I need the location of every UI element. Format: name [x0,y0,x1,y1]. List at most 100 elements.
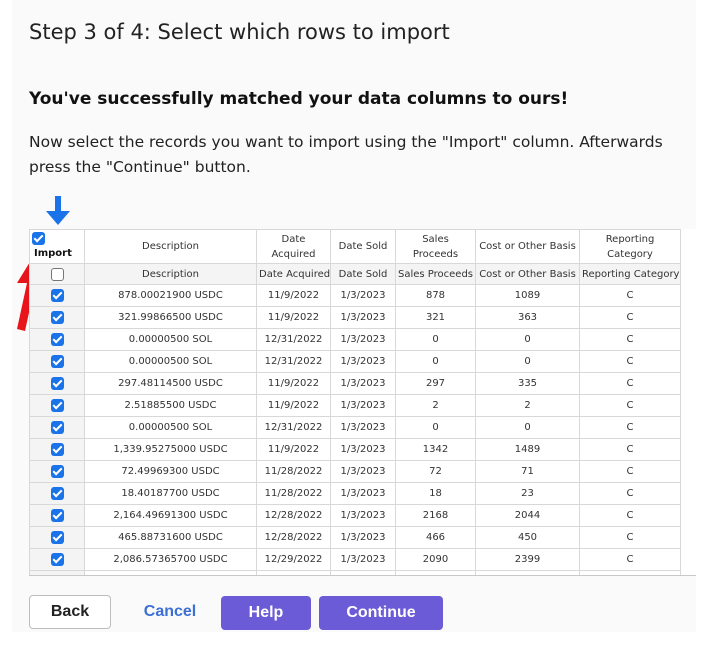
back-button[interactable]: Back [29,595,111,629]
table-cell: 12/31/2022 [256,328,331,351]
table-cell: 12/31/2022 [256,350,331,373]
cancel-button[interactable]: Cancel [132,595,208,629]
table-row: 321.99866500 USDC 11/9/2022 1/3/2023 321 363… [29,306,681,329]
mapping-import-cell [29,263,85,285]
table-cell: C [579,548,681,571]
table-cell: C [579,526,681,549]
mapped-column[interactable]: Date Acquired [256,263,331,285]
row-import-checkbox[interactable] [50,509,64,522]
table-cell: 11/9/2022 [256,394,331,417]
import-cell [29,438,85,461]
row-import-checkbox[interactable] [50,443,64,456]
column-header: Description [84,229,257,264]
table-cell: C [579,284,681,307]
table-cell: 2 [475,394,580,417]
row-import-checkbox[interactable] [50,553,64,566]
table-cell: 18.40187700 USDC [84,482,257,505]
table-cell: 335 [475,372,580,395]
table-cell: 12/31/2022 [256,416,331,439]
row-import-checkbox[interactable] [50,421,64,434]
table-cell: 1342 [395,438,476,461]
import-table: Import Description Date Acquired Date So… [29,229,681,575]
table-cell: 11/28/2022 [256,482,331,505]
table-cell: 450 [475,526,580,549]
table-cell: 0 [395,416,476,439]
table-cell: 0 [395,328,476,351]
table-cell: 0.00000500 SOL [84,350,257,373]
table-cell: C [579,394,681,417]
page-title: Step 3 of 4: Select which rows to import [29,20,450,44]
row-import-checkbox[interactable] [50,377,64,390]
table-cell [395,570,476,575]
mapped-column[interactable]: Description [84,263,257,285]
import-table-container[interactable]: Import Description Date Acquired Date So… [29,229,696,576]
table-cell: 18 [395,482,476,505]
table-cell: 0.00000500 SOL [84,416,257,439]
table-cell: C [579,372,681,395]
row-import-checkbox[interactable] [50,465,64,478]
table-cell: 1/3/2023 [330,482,396,505]
table-cell: 11/9/2022 [256,306,331,329]
table-cell: 0 [475,416,580,439]
table-cell [475,570,580,575]
row-import-checkbox[interactable] [50,399,64,412]
row-import-checkbox[interactable] [50,333,64,346]
table-row: 297.48114500 USDC 11/9/2022 1/3/2023 297 335… [29,372,681,395]
table-cell: 2044 [475,504,580,527]
table-row: 72.49969300 USDC 11/28/2022 1/3/2023 72 71 C [29,460,681,483]
table-cell: 72 [395,460,476,483]
table-row: 2,164.49691300 USDC 12/28/2022 1/3/2023 216… [29,504,681,527]
table-cell: 11/9/2022 [256,372,331,395]
table-row: 2.51885500 USDC 11/9/2022 1/3/2023 2 2 C [29,394,681,417]
mapping-row-checkbox[interactable] [50,267,64,281]
mapped-column[interactable]: Cost or Other Basis [475,263,580,285]
table-cell: 11/9/2022 [256,438,331,461]
mapped-column[interactable]: Sales Proceeds [395,263,476,285]
import-cell [29,526,85,549]
row-import-checkbox[interactable] [50,487,64,500]
import-header-label: Import [34,248,72,260]
table-cell: 12/29/2022 [256,548,331,571]
table-cell [579,570,681,575]
table-cell: 12/28/2022 [256,526,331,549]
table-cell: 0 [475,328,580,351]
table-cell: C [579,504,681,527]
import-cell [29,570,85,575]
row-import-checkbox[interactable] [50,311,64,324]
row-import-checkbox[interactable] [50,289,64,302]
column-header: Cost or Other Basis [475,229,580,264]
success-message: You've successfully matched your data co… [29,89,569,109]
table-cell: C [579,416,681,439]
table-cell: 1/3/2023 [330,394,396,417]
table-cell: 2399 [475,548,580,571]
mapped-column[interactable]: Reporting Category [579,263,681,285]
table-cell: 2,164.49691300 USDC [84,504,257,527]
column-header: Reporting Category [579,229,681,264]
table-row: 18.40187700 USDC 11/28/2022 1/3/2023 18 23 C [29,482,681,505]
table-cell: 2168 [395,504,476,527]
table-cell: 297.48114500 USDC [84,372,257,395]
import-cell [29,328,85,351]
import-cell [29,306,85,329]
table-cell: 2,086.57365700 USDC [84,548,257,571]
table-cell: 23 [475,482,580,505]
table-cell: 1/3/2023 [330,372,396,395]
continue-button[interactable]: Continue [319,596,443,630]
column-header: Date Sold [330,229,396,264]
table-cell: 11/28/2022 [256,460,331,483]
table-cell: 0.00000500 SOL [84,328,257,351]
table-cell: 1489 [475,438,580,461]
table-cell: C [579,460,681,483]
import-cell [29,548,85,571]
mapped-column[interactable]: Date Sold [330,263,396,285]
arrow-down-icon [46,196,70,225]
import-cell [29,350,85,373]
table-cell: C [579,306,681,329]
help-button[interactable]: Help [221,596,311,630]
import-cell [29,504,85,527]
row-import-checkbox[interactable] [50,531,64,544]
row-import-checkbox[interactable] [50,355,64,368]
table-cell: 1/3/2023 [330,328,396,351]
select-all-checkbox[interactable] [32,231,45,245]
table-cell: C [579,328,681,351]
